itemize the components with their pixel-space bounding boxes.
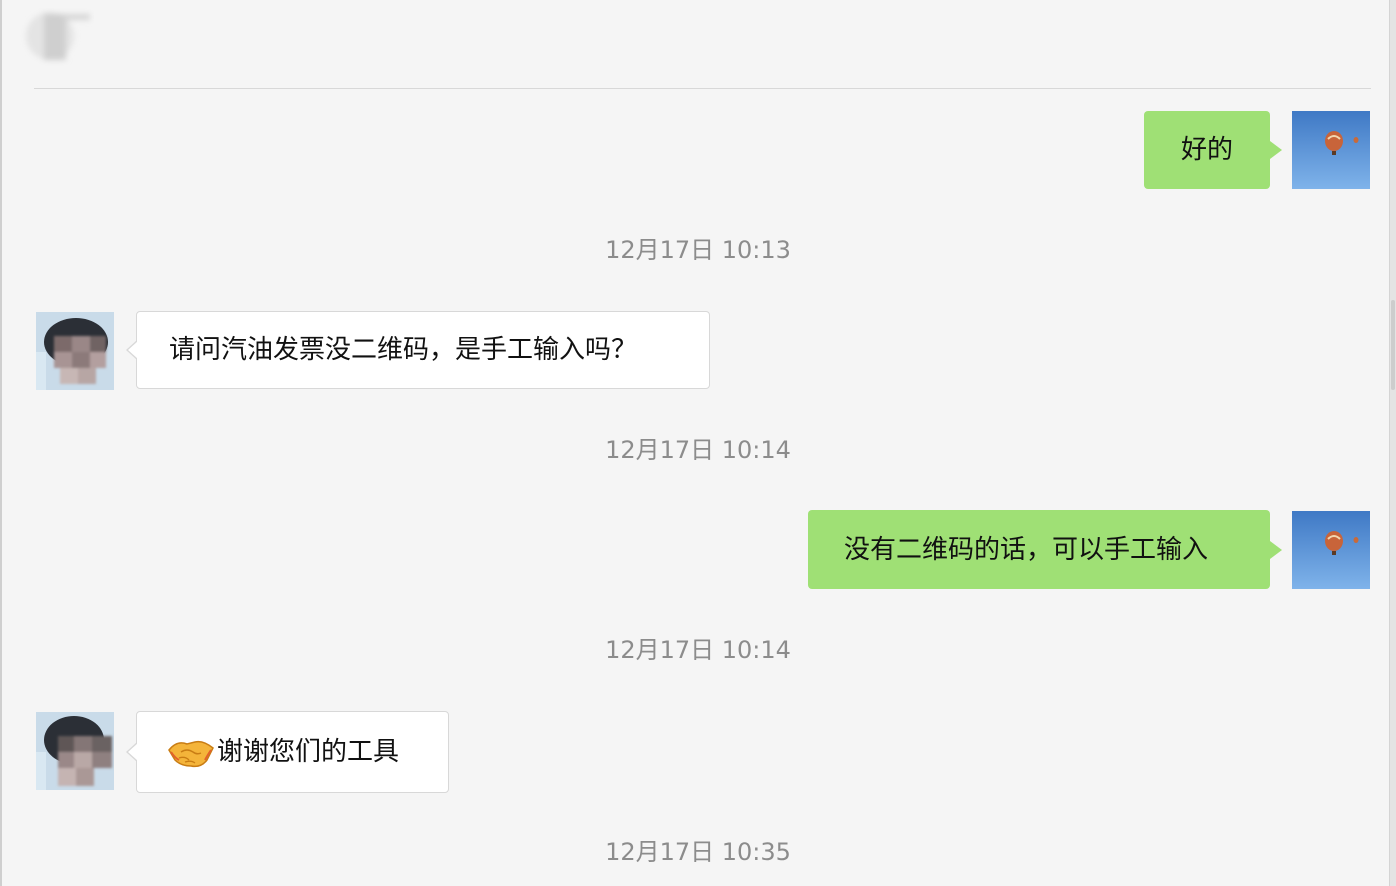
message-timestamp: 12月17日 10:14	[605, 436, 791, 464]
contact-avatar[interactable]	[36, 312, 114, 390]
scrollbar-thumb[interactable]	[1391, 300, 1395, 390]
message-bubble-sent[interactable]: 没有二维码的话，可以手工输入	[808, 510, 1282, 589]
message-bubble-sent[interactable]: 好的	[1144, 111, 1282, 189]
contact-avatar[interactable]	[36, 712, 114, 790]
message-timestamp: 12月17日 10:35	[605, 838, 791, 866]
message-text: 请问汽油发票没二维码，是手工输入吗？	[169, 335, 638, 365]
message-timestamp: 12月17日 10:13	[605, 236, 791, 264]
message-bubble-received[interactable]: 请问汽油发票没二维码，是手工输入吗？	[126, 311, 710, 389]
message-timestamp: 12月17日 10:14	[605, 636, 791, 664]
header-divider	[34, 88, 1371, 89]
contact-avatar-header[interactable]	[20, 8, 94, 66]
my-avatar[interactable]	[1292, 511, 1370, 589]
message-text: 好的	[1180, 135, 1233, 165]
message-bubble-received[interactable]: 谢谢您们的工具	[126, 711, 449, 793]
my-avatar[interactable]	[1292, 111, 1370, 189]
message-text: 谢谢您们的工具	[217, 737, 400, 767]
message-text: 没有二维码的话，可以手工输入	[844, 534, 1209, 565]
handshake-icon	[167, 732, 215, 772]
